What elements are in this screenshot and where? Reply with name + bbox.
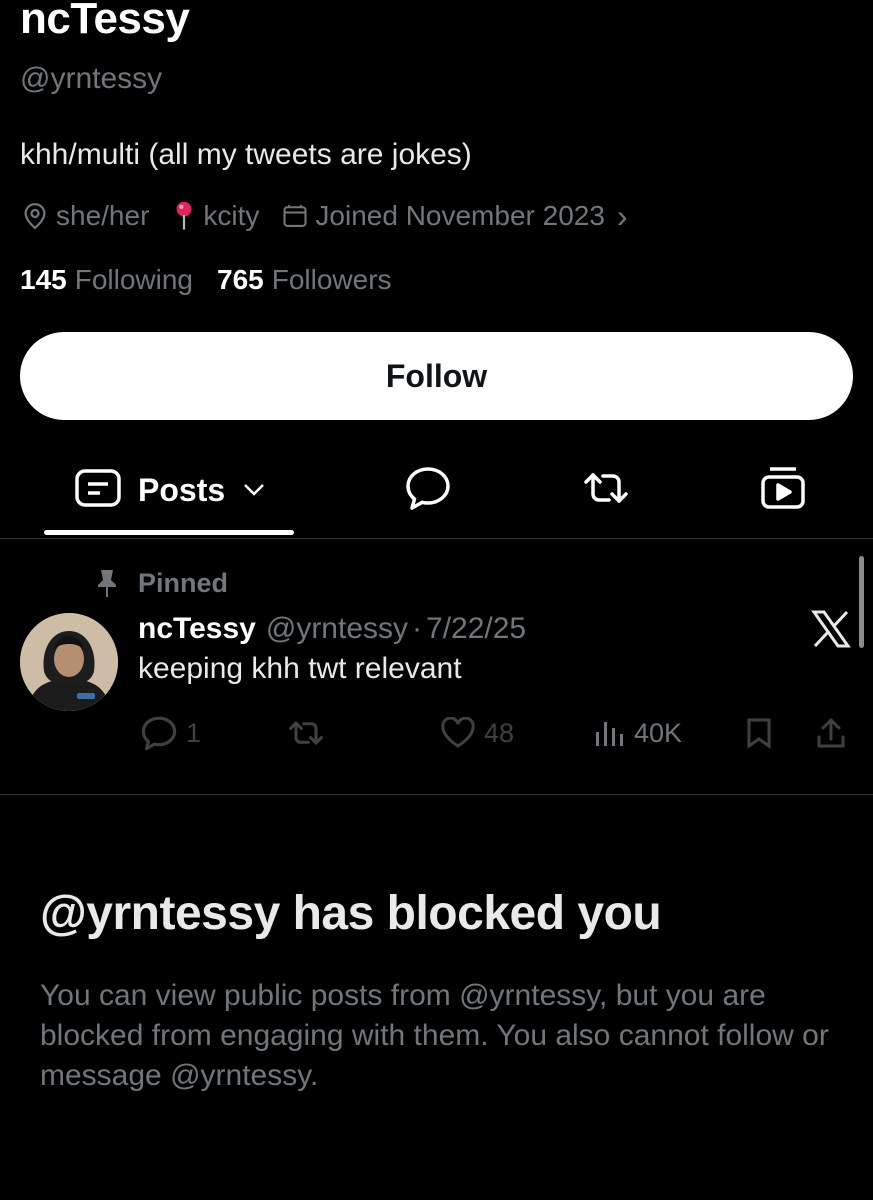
reply-icon <box>141 716 177 751</box>
profile-page: ncTessy @yrntessy khh/multi (all my twee… <box>0 0 873 1200</box>
like-count: 48 <box>484 717 515 748</box>
profile-tabs: Posts <box>0 450 873 538</box>
views-action[interactable]: 40K <box>594 712 682 754</box>
bookmark-action[interactable] <box>744 712 774 754</box>
repost-action[interactable] <box>286 712 326 754</box>
share-icon <box>817 718 845 748</box>
scrollbar[interactable] <box>859 556 864 648</box>
tweet-divider <box>0 794 873 795</box>
calendar-icon <box>281 202 309 230</box>
tabs-divider <box>0 538 873 539</box>
pronouns-icon <box>20 201 50 231</box>
followers-label: Followers <box>271 264 392 295</box>
followers-stat[interactable]: 765 Followers <box>217 264 392 296</box>
profile-bio: khh/multi (all my tweets are jokes) <box>20 138 472 171</box>
tab-posts-label: Posts <box>138 471 226 508</box>
joined-date-text: Joined November 2023 <box>315 200 605 231</box>
tweet-author-name[interactable]: ncTessy <box>138 612 256 646</box>
tweet-header: ncTessy @yrntessy · 7/22/25 <box>138 608 526 650</box>
x-logo-icon <box>810 608 852 650</box>
posts-icon <box>74 468 122 513</box>
chevron-right-icon[interactable]: › <box>617 198 628 235</box>
views-count: 40K <box>634 717 683 748</box>
tab-posts[interactable]: Posts <box>74 450 265 530</box>
pinned-indicator: Pinned <box>94 563 228 603</box>
tweet-date[interactable]: 7/22/25 <box>426 612 526 646</box>
follow-stats-row: 145 Following 765 Followers <box>20 260 392 300</box>
tweet-author-handle[interactable]: @yrntessy <box>266 612 408 646</box>
location-text: kcity <box>203 200 260 231</box>
bookmark-icon <box>747 718 771 749</box>
tab-media[interactable] <box>758 450 808 530</box>
like-action[interactable]: 48 <box>440 712 514 754</box>
blocked-description: You can view public posts from @yrntessy… <box>40 979 829 1092</box>
tweet-text: keeping khh twt relevant <box>138 652 462 685</box>
media-icon <box>758 465 808 516</box>
followers-count: 765 <box>217 264 264 295</box>
share-action[interactable] <box>816 712 846 754</box>
tab-reposts[interactable] <box>580 450 632 530</box>
profile-handle: @yrntessy <box>20 62 163 95</box>
blocked-title: @yrntessy has blocked you <box>40 887 662 940</box>
location-pin-icon <box>171 200 197 232</box>
active-tab-indicator <box>44 530 294 535</box>
chevron-down-icon[interactable] <box>243 483 265 497</box>
pin-icon <box>94 568 120 598</box>
pronouns-text: she/her <box>56 200 150 231</box>
following-stat[interactable]: 145 Following <box>20 264 193 296</box>
reply-action[interactable]: 1 <box>140 712 201 754</box>
tab-replies[interactable] <box>404 450 452 530</box>
pinned-label: Pinned <box>138 567 229 598</box>
follow-button[interactable]: Follow <box>20 332 853 420</box>
following-label: Following <box>74 264 193 295</box>
profile-meta-row: she/her kcity Joined November 2023 › <box>20 196 628 236</box>
views-icon <box>596 722 623 746</box>
replies-icon <box>404 465 452 516</box>
following-count: 145 <box>20 264 67 295</box>
reply-count: 1 <box>186 717 202 748</box>
profile-display-name: ncTessy <box>20 0 190 43</box>
tweet-actions: 1 48 40K <box>140 712 853 754</box>
tweet-separator: · <box>412 612 423 645</box>
heart-icon <box>441 717 475 748</box>
avatar[interactable] <box>20 613 118 711</box>
repost-icon <box>289 721 323 745</box>
reposts-icon <box>580 468 632 513</box>
